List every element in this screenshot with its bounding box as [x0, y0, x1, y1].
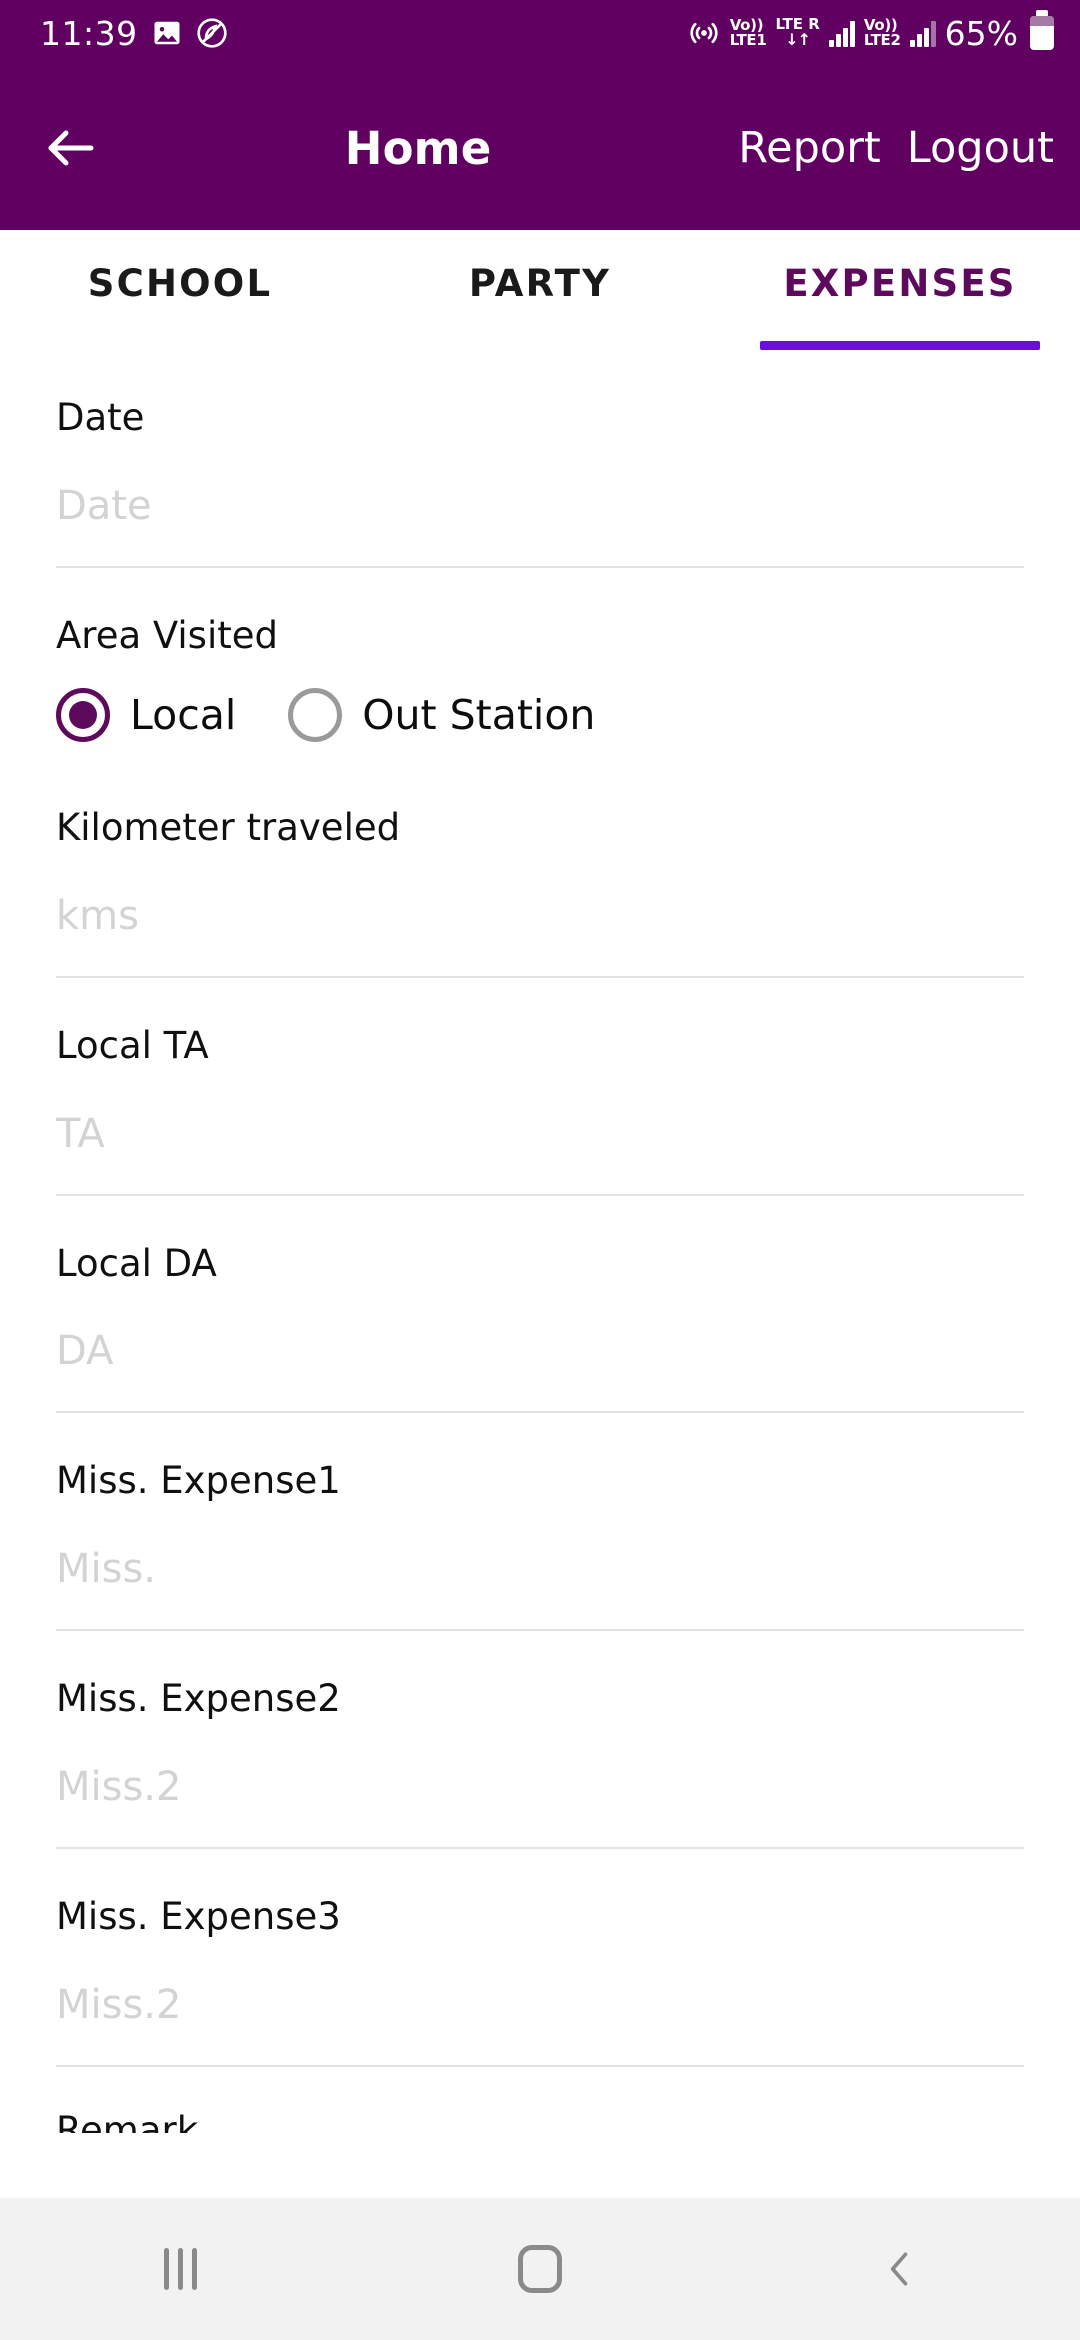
field-remark-partial: Remark: [56, 2067, 1024, 2133]
tab-bar: SCHOOL PARTY EXPENSES: [0, 230, 1080, 350]
report-button[interactable]: Report: [738, 123, 881, 173]
field-remark-partial-label: Remark: [56, 2110, 199, 2133]
date-input[interactable]: Date: [56, 439, 1024, 568]
field-miss-expense1-label: Miss. Expense1: [56, 1459, 341, 1503]
kilometer-input[interactable]: kms: [56, 849, 1024, 979]
status-bar-right: Vo)) LTE1 LTE R ↓↑ Vo)) LTE2 65%: [687, 10, 1054, 53]
status-bar-left: 11:39: [40, 17, 228, 50]
image-icon: [152, 18, 182, 48]
radio-out-station-label: Out Station: [362, 691, 596, 740]
home-button[interactable]: [465, 2198, 615, 2340]
expenses-form: Date Date Area Visited Local Out Station…: [0, 350, 1080, 2133]
arrow-left-icon: [48, 130, 94, 166]
phone-screen: 11:39 Vo)) LTE1 LTE R ↓↑ Vo)) LTE2 65% H…: [0, 0, 1080, 2340]
field-local-ta-label: Local TA: [56, 1024, 209, 1068]
samsung-members-icon: [196, 17, 228, 49]
tab-party-label: PARTY: [468, 262, 612, 305]
volte1-icon: Vo)) LTE1: [729, 15, 767, 49]
system-navigation-bar: [0, 2198, 1080, 2340]
field-local-da: Local DA DA: [56, 1196, 1024, 1414]
page-title: Home: [344, 121, 492, 175]
field-local-ta: Local TA TA: [56, 978, 1024, 1196]
field-miss-expense3: Miss. Expense3 Miss.2: [56, 1849, 1024, 2067]
miss-expense1-input[interactable]: Miss.: [56, 1502, 1024, 1632]
field-kilometer-traveled-label: Kilometer traveled: [56, 806, 401, 850]
field-miss-expense1: Miss. Expense1 Miss.: [56, 1413, 1024, 1632]
miss-expense2-input[interactable]: Miss.2: [56, 1720, 1024, 1849]
field-date: Date Date: [56, 350, 1024, 568]
field-kilometer-traveled: Kilometer traveled kms: [56, 760, 1024, 979]
tab-active-indicator: [760, 341, 1040, 350]
radio-local[interactable]: Local: [56, 688, 237, 743]
signal-bars-sim1: [828, 19, 855, 47]
status-bar: 11:39 Vo)) LTE1 LTE R ↓↑ Vo)) LTE2 65%: [0, 0, 1080, 66]
home-icon: [518, 2245, 562, 2293]
area-visited-radio-group: Local Out Station: [56, 656, 1024, 760]
app-bar: Home Report Logout: [0, 66, 1080, 230]
battery-icon: [1030, 10, 1054, 50]
local-da-input[interactable]: DA: [56, 1284, 1024, 1414]
status-bar-clock: 11:39: [40, 13, 138, 53]
radio-local-label: Local: [130, 691, 237, 740]
back-button[interactable]: [34, 111, 108, 185]
battery-percent-label: 65%: [944, 13, 1018, 53]
tab-expenses[interactable]: EXPENSES: [720, 230, 1080, 350]
local-ta-input[interactable]: TA: [56, 1067, 1024, 1196]
miss-expense3-input[interactable]: Miss.2: [56, 1938, 1024, 2067]
tab-expenses-label: EXPENSES: [783, 262, 1017, 305]
field-miss-expense2-label: Miss. Expense2: [56, 1677, 341, 1721]
volte2-icon: Vo)) LTE2: [863, 15, 901, 49]
hotspot-icon: [687, 16, 721, 50]
tab-school[interactable]: SCHOOL: [0, 230, 360, 350]
radio-out-station[interactable]: Out Station: [288, 688, 596, 743]
lte-roaming-icon: LTE R ↓↑: [775, 15, 820, 50]
recents-button[interactable]: [105, 2198, 255, 2340]
app-bar-actions: Report Logout: [738, 123, 1060, 173]
tab-party[interactable]: PARTY: [360, 230, 720, 350]
field-miss-expense2: Miss. Expense2 Miss.2: [56, 1631, 1024, 1849]
field-local-da-label: Local DA: [56, 1241, 217, 1285]
logout-button[interactable]: Logout: [907, 123, 1054, 173]
radio-local-mark: [56, 688, 110, 743]
recents-icon: [163, 2248, 197, 2290]
field-area-visited-label: Area Visited: [56, 613, 278, 657]
tab-school-label: SCHOOL: [87, 262, 273, 305]
radio-out-station-mark: [288, 688, 343, 743]
field-date-label: Date: [56, 396, 145, 439]
field-area-visited: Area Visited Local Out Station: [56, 568, 1024, 761]
field-miss-expense3-label: Miss. Expense3: [56, 1894, 341, 1938]
chevron-left-icon: [890, 2252, 908, 2286]
signal-bars-sim2: [909, 19, 936, 47]
system-back-button[interactable]: [825, 2198, 975, 2340]
